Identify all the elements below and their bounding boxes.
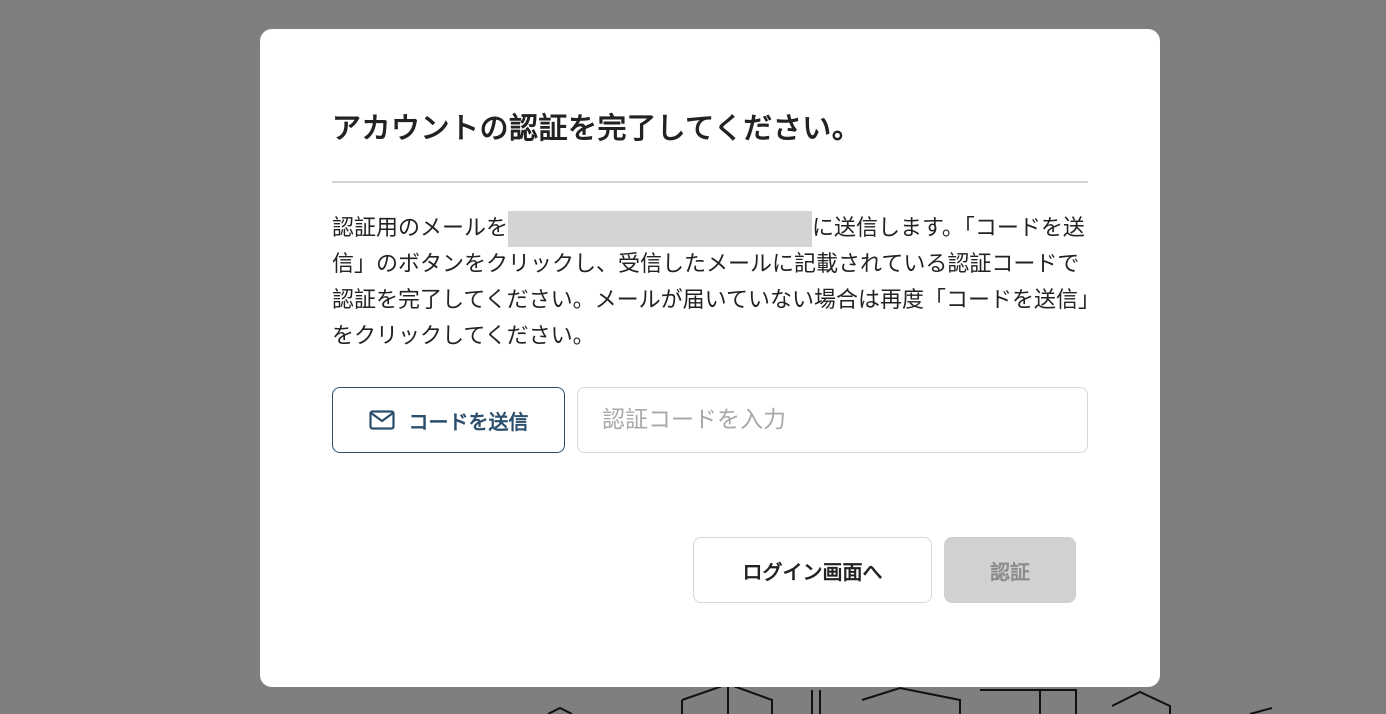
description-before: 認証用のメールを [332,216,509,241]
verification-dialog: アカウントの認証を完了してください。 認証用のメールを に送信します。「コードを送… [260,29,1160,687]
title-divider [332,181,1088,183]
verification-code-input[interactable] [577,387,1088,453]
redacted-email [508,211,813,247]
send-code-button[interactable]: コードを送信 [332,387,565,453]
back-to-login-button[interactable]: ログイン画面へ [693,537,932,603]
dialog-description: 認証用のメールを に送信します。「コードを送信」のボタンをクリックし、受信したメー… [332,211,1092,355]
verify-button[interactable]: 認証 [944,537,1076,603]
mail-icon [368,410,395,430]
dialog-title: アカウントの認証を完了してください。 [332,111,862,145]
send-code-label: コードを送信 [408,411,529,434]
